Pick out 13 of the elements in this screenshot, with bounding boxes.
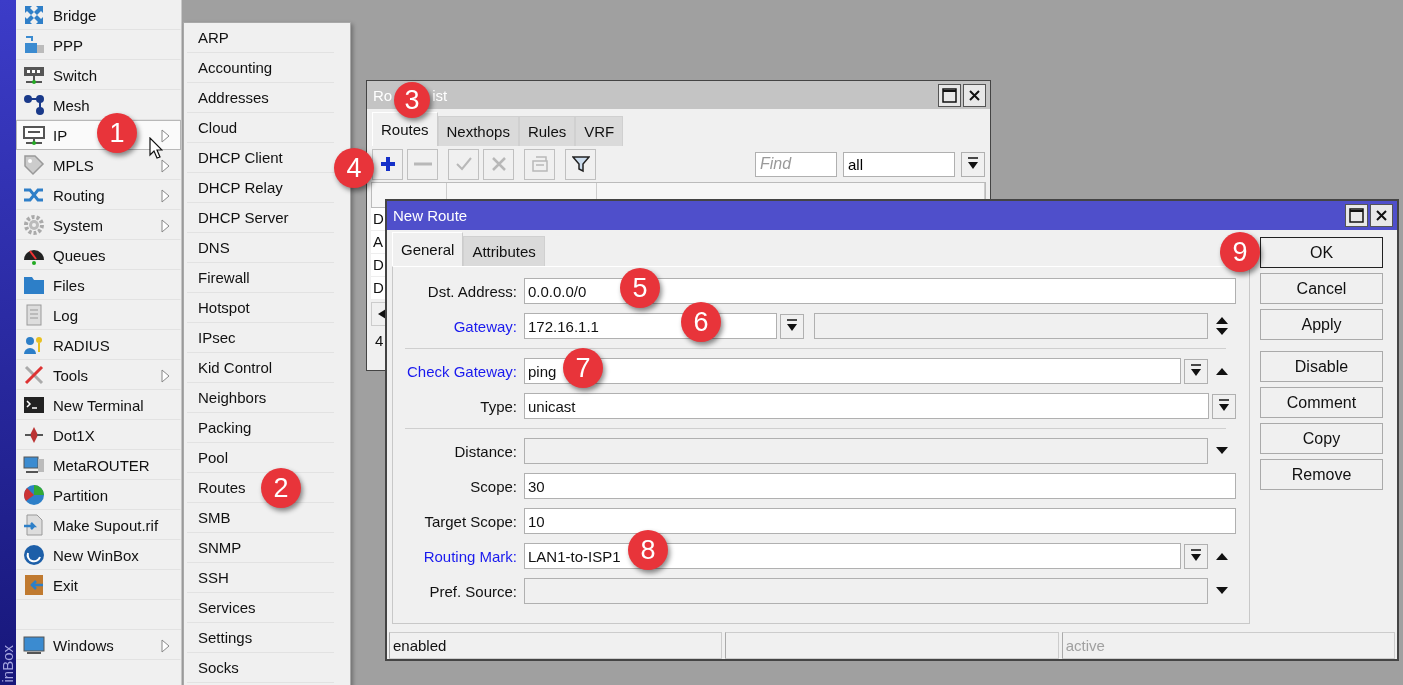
window-title: Ro: [373, 86, 393, 104]
app-side-label: inBox: [0, 645, 16, 683]
window-title: ist: [432, 86, 448, 104]
field-label: Target Scope:: [423, 512, 517, 530]
field-label: Scope:: [469, 477, 517, 495]
status-text: enabled: [389, 632, 723, 659]
item-count: 4: [375, 332, 384, 349]
field-label: Pref. Source:: [428, 582, 517, 600]
status-text: active: [1061, 632, 1395, 659]
field-label: Dst. Address:: [426, 282, 517, 300]
field-label: Type:: [479, 397, 517, 415]
field-label: Distance:: [453, 442, 517, 460]
window-title: New Route: [393, 207, 468, 224]
